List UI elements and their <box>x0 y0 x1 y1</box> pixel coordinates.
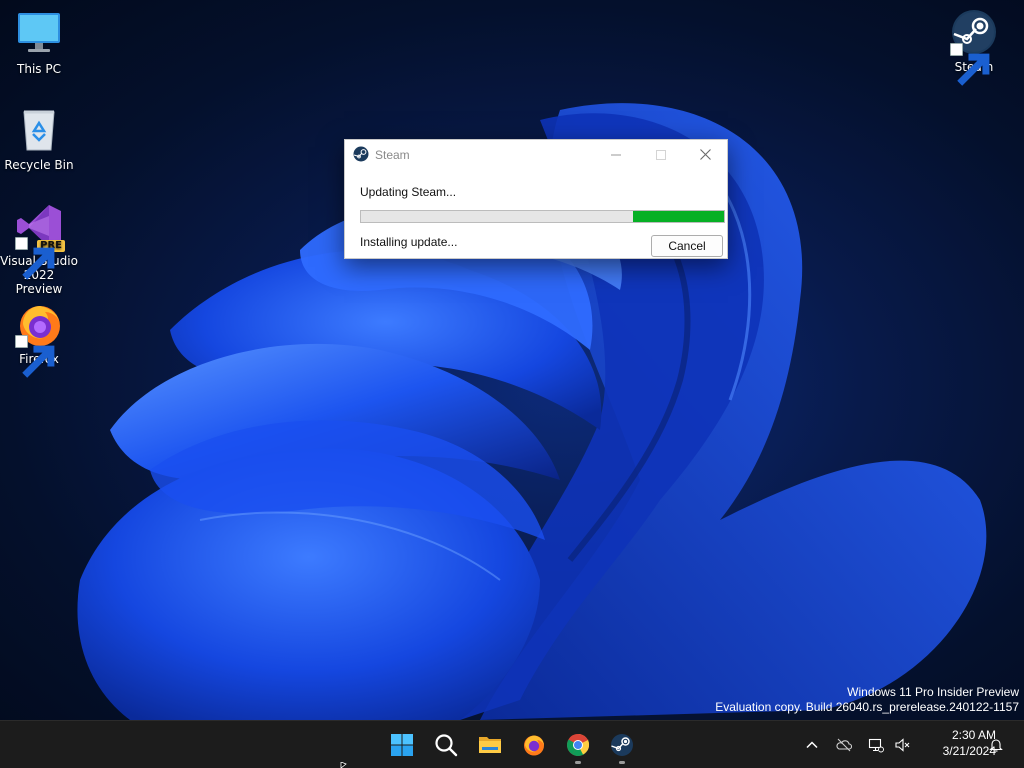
taskbar-clock[interactable]: 2:30 AM 3/21/2024 <box>920 727 996 759</box>
chrome-icon <box>567 733 590 756</box>
desktop-icon-firefox[interactable]: Firefox <box>0 300 78 378</box>
maximize-button[interactable] <box>638 140 683 169</box>
firefox-icon <box>524 735 544 756</box>
recycle-bin-icon <box>15 106 63 154</box>
file-explorer-button[interactable] <box>474 729 506 761</box>
desktop-icon-label: This PC <box>17 62 61 76</box>
firefox-icon <box>15 300 63 378</box>
minimize-icon <box>610 154 621 155</box>
close-icon <box>700 149 711 160</box>
cancel-button[interactable]: Cancel <box>651 235 723 257</box>
show-hidden-icons-button[interactable] <box>802 735 822 755</box>
steam-taskbar-button[interactable] <box>606 729 638 764</box>
desktop-icon-steam[interactable]: Steam <box>935 8 1013 86</box>
shortcut-arrow-icon <box>15 237 55 280</box>
maximize-icon <box>655 149 666 160</box>
visual-studio-icon: PRE <box>15 202 65 280</box>
update-progress-bar <box>360 210 725 223</box>
start-icon <box>391 734 413 756</box>
build-watermark: Windows 11 Pro Insider Preview Evaluatio… <box>715 685 1019 715</box>
dialog-titlebar[interactable]: Steam <box>345 140 727 169</box>
network-tray-button[interactable] <box>866 735 886 755</box>
desktop-icon-label: Recycle Bin <box>4 158 74 172</box>
steam-icon <box>611 734 633 756</box>
running-indicator <box>575 761 581 764</box>
network-icon <box>868 738 884 753</box>
steam-update-dialog: Steam Updating Steam... Installing updat… <box>344 139 728 259</box>
search-icon <box>435 734 458 757</box>
shortcut-arrow-icon <box>950 43 990 86</box>
monitor-icon <box>15 10 63 58</box>
shortcut-arrow-icon <box>15 335 55 378</box>
running-indicator <box>619 761 625 764</box>
wallpaper-bloom <box>77 103 987 720</box>
firefox-taskbar-button[interactable] <box>518 729 550 761</box>
desktop-icon-this-pc[interactable]: This PC <box>0 10 78 76</box>
onedrive-tray-button[interactable] <box>834 735 854 755</box>
desktop-icon-visual-studio[interactable]: PRE Visual Studio 2022 Preview <box>0 202 78 296</box>
desktop-icon-recycle-bin[interactable]: Recycle Bin <box>0 106 78 172</box>
volume-tray-button[interactable] <box>892 735 912 755</box>
start-button[interactable] <box>386 729 418 761</box>
dialog-title: Steam <box>375 148 410 162</box>
notifications-icon <box>989 739 1003 752</box>
chevron-up-icon <box>806 741 818 749</box>
watermark-build: Evaluation copy. Build 26040.rs_prerelea… <box>715 700 1019 714</box>
chrome-taskbar-button[interactable] <box>562 729 594 764</box>
update-status-text: Updating Steam... <box>360 185 457 199</box>
mouse-cursor-icon <box>340 762 347 768</box>
file-explorer-icon <box>479 737 501 753</box>
steam-icon <box>353 146 369 162</box>
install-status-text: Installing update... <box>360 235 458 249</box>
search-button[interactable] <box>430 729 462 761</box>
clock-date: 3/21/2024 <box>942 744 996 758</box>
notifications-button[interactable] <box>986 735 1006 755</box>
progress-fill <box>633 211 724 222</box>
watermark-edition: Windows 11 Pro Insider Preview <box>847 685 1019 699</box>
steam-icon <box>950 8 998 86</box>
minimize-button[interactable] <box>593 140 638 169</box>
volume-muted-icon <box>895 738 910 752</box>
taskbar: 2:30 AM 3/21/2024 <box>0 720 1024 768</box>
onedrive-icon <box>836 738 852 752</box>
clock-time: 2:30 AM <box>951 728 996 742</box>
close-button[interactable] <box>683 140 728 169</box>
